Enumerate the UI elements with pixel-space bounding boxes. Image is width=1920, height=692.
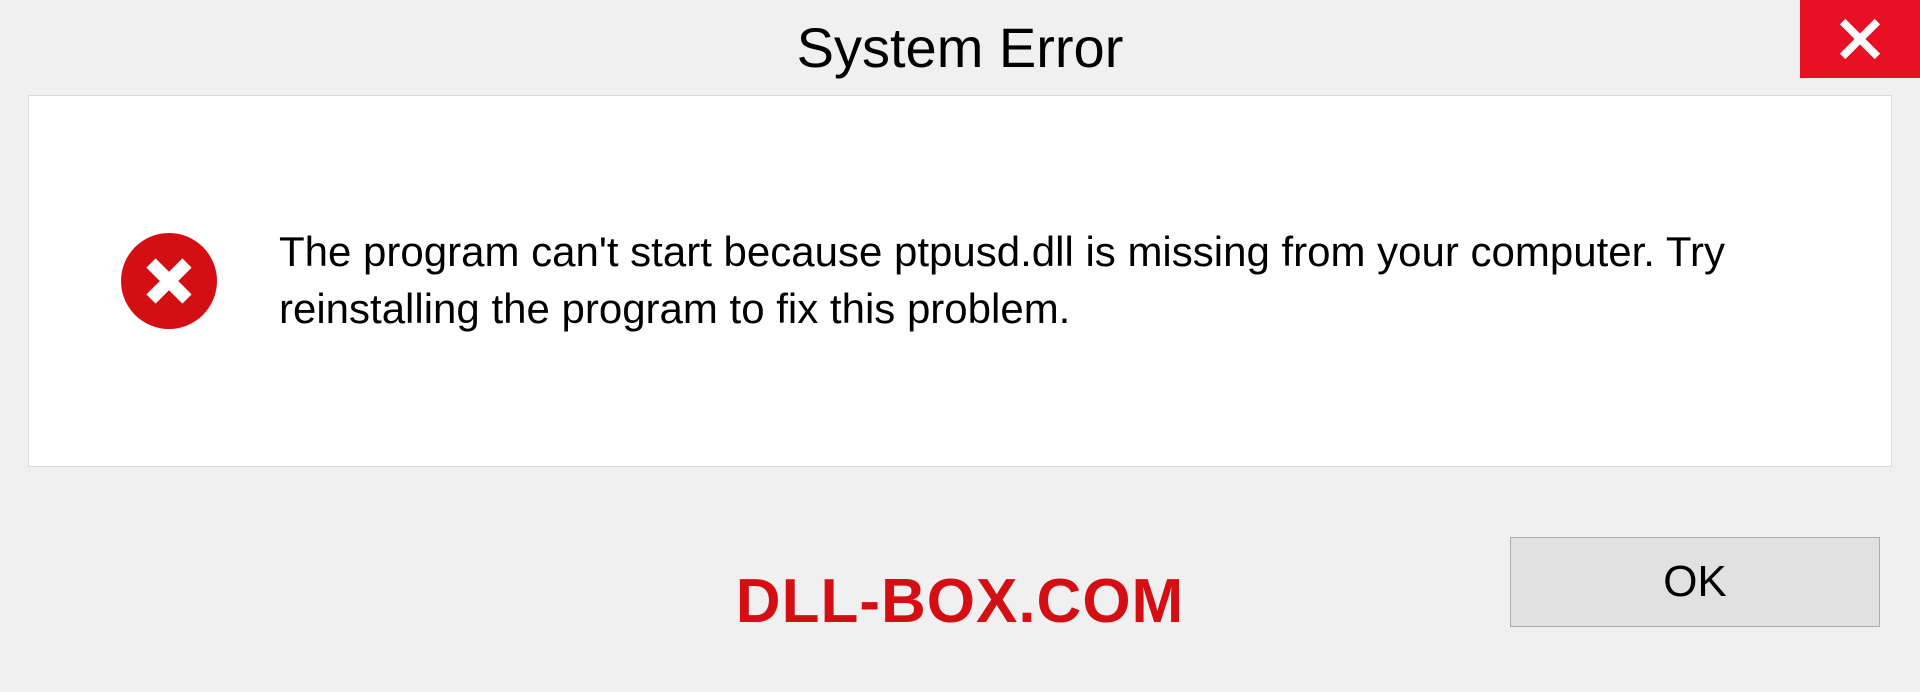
titlebar: System Error — [0, 0, 1920, 95]
button-bar: DLL-BOX.COM OK — [0, 492, 1920, 692]
watermark-text: DLL-BOX.COM — [736, 566, 1184, 637]
dialog-title: System Error — [797, 15, 1124, 80]
error-circle-icon — [119, 231, 219, 331]
system-error-dialog: System Error The program can't start bec… — [0, 0, 1920, 692]
close-button[interactable] — [1800, 0, 1920, 78]
message-area: The program can't start because ptpusd.d… — [28, 95, 1892, 467]
error-message: The program can't start because ptpusd.d… — [279, 224, 1891, 337]
ok-button[interactable]: OK — [1510, 537, 1880, 627]
close-icon — [1838, 17, 1882, 61]
